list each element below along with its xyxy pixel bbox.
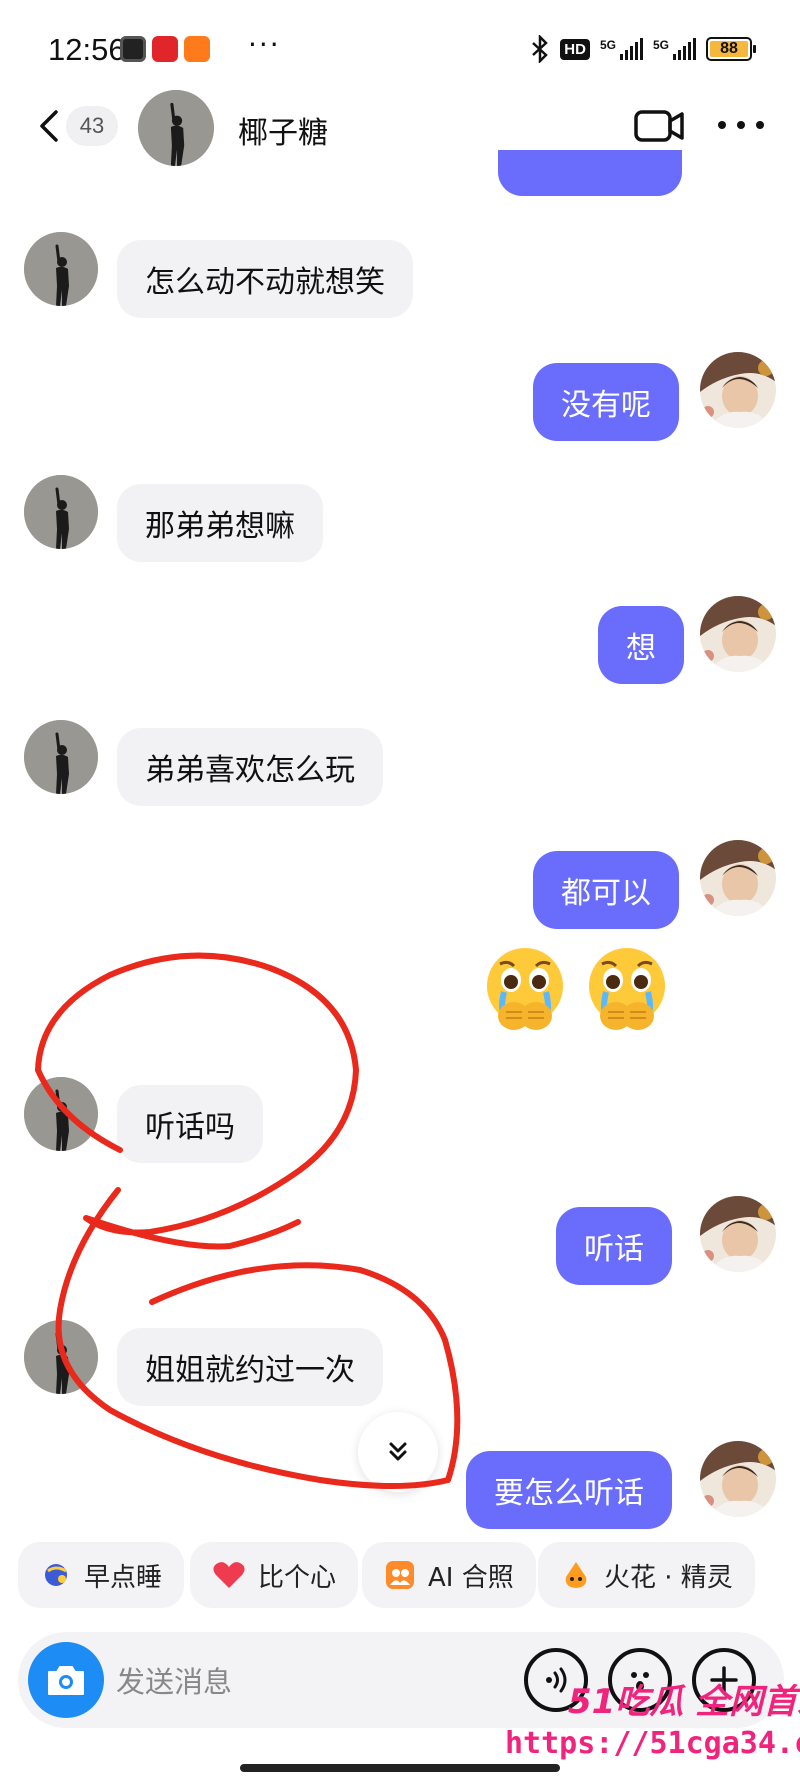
more-icon[interactable] <box>718 118 764 132</box>
message-bubble-outgoing[interactable]: 要怎么听话 <box>466 1451 672 1529</box>
previous-message-bubble <box>498 150 682 196</box>
quick-action-heart[interactable]: 比个心 <box>190 1542 359 1608</box>
moon-planet-icon <box>45 1564 67 1586</box>
contact-avatar[interactable] <box>24 1320 98 1394</box>
message-input[interactable]: 发送消息 <box>116 1659 232 1701</box>
ai-photo-icon <box>386 1561 414 1589</box>
message-bubble-incoming[interactable]: 那弟弟想嘛 <box>117 484 323 562</box>
watermark-url: https://51cga34.com <box>505 1726 800 1761</box>
message-bubble-outgoing[interactable]: 听话 <box>556 1207 672 1285</box>
signal-strength-icon: 5G <box>600 38 643 60</box>
my-avatar[interactable] <box>700 596 776 672</box>
double-chevron-down-icon <box>389 1442 407 1461</box>
quick-action-label: 比个心 <box>258 1562 337 1593</box>
back-chevron-icon[interactable] <box>36 108 64 144</box>
my-avatar[interactable] <box>700 1196 776 1272</box>
contact-name[interactable]: 椰子糖 <box>238 108 328 152</box>
red-app-icon <box>152 36 178 62</box>
orange-shop-app-icon <box>184 36 210 62</box>
contact-avatar[interactable] <box>24 1077 98 1151</box>
video-call-icon[interactable] <box>634 108 684 144</box>
quick-action-early-sleep[interactable]: 早点睡 <box>18 1542 185 1608</box>
message-bubble-incoming[interactable]: 姐姐就约过一次 <box>117 1328 383 1406</box>
status-overflow-dots: ··· <box>248 28 281 61</box>
scroll-to-bottom-button[interactable] <box>358 1412 438 1492</box>
quick-action-label: 早点睡 <box>84 1562 163 1593</box>
voice-icon <box>546 1667 567 1693</box>
quick-action-ai-photo[interactable]: AI 合照 <box>362 1542 536 1608</box>
message-bubble-incoming[interactable]: 弟弟喜欢怎么玩 <box>117 728 383 806</box>
quick-action-label: AI 合照 <box>428 1562 514 1593</box>
pleading-face-emoji[interactable] <box>478 942 572 1036</box>
message-bubble-incoming[interactable]: 怎么动不动就想笑 <box>117 240 413 318</box>
quick-action-spark[interactable]: 火花 · 精灵 <box>538 1542 755 1608</box>
quick-action-label: 火花 · 精灵 <box>604 1562 733 1593</box>
message-bubble-outgoing[interactable]: 都可以 <box>533 851 679 929</box>
camera-button[interactable] <box>28 1642 104 1718</box>
watermark-title: 51吃瓜 全网首发 <box>568 1682 800 1722</box>
contact-avatar[interactable] <box>24 232 98 306</box>
network-label-2: 5G <box>652 38 669 52</box>
chat-screen: 12:56 ··· HD 5G 5G 88 43 椰子糖 怎么动不动就想笑 没有… <box>0 0 800 1778</box>
contact-avatar[interactable] <box>24 475 98 549</box>
heart-icon <box>213 1562 245 1588</box>
pleading-face-emoji[interactable] <box>580 942 674 1036</box>
message-bubble-incoming[interactable]: 听话吗 <box>117 1085 263 1163</box>
camera-icon <box>48 1666 84 1695</box>
spark-sprite-icon <box>565 1562 587 1588</box>
status-indicators: HD 5G 5G 88 <box>530 34 756 64</box>
home-indicator[interactable] <box>240 1764 560 1772</box>
hd-voice-badge: HD <box>560 38 590 60</box>
my-avatar[interactable] <box>700 840 776 916</box>
bluetooth-icon <box>532 35 549 63</box>
battery-icon: 88 <box>706 37 756 61</box>
status-time: 12:56 <box>48 32 126 67</box>
message-bubble-outgoing[interactable]: 没有呢 <box>533 363 679 441</box>
contact-avatar[interactable] <box>24 720 98 794</box>
battery-level: 88 <box>710 40 748 57</box>
mi-app-icon <box>120 36 146 62</box>
quick-action-bar: 早点睡 比个心 AI 合照 火花 · 精灵 <box>18 1542 800 1610</box>
signal-strength-icon-2: 5G <box>653 38 696 60</box>
message-bubble-outgoing[interactable]: 想 <box>598 606 684 684</box>
my-avatar[interactable] <box>700 1441 776 1517</box>
unread-count-badge[interactable]: 43 <box>66 106 118 146</box>
status-bar: 12:56 ··· HD 5G 5G 88 <box>0 0 800 90</box>
contact-avatar[interactable] <box>138 90 214 166</box>
network-label: 5G <box>599 38 616 52</box>
my-avatar[interactable] <box>700 352 776 428</box>
